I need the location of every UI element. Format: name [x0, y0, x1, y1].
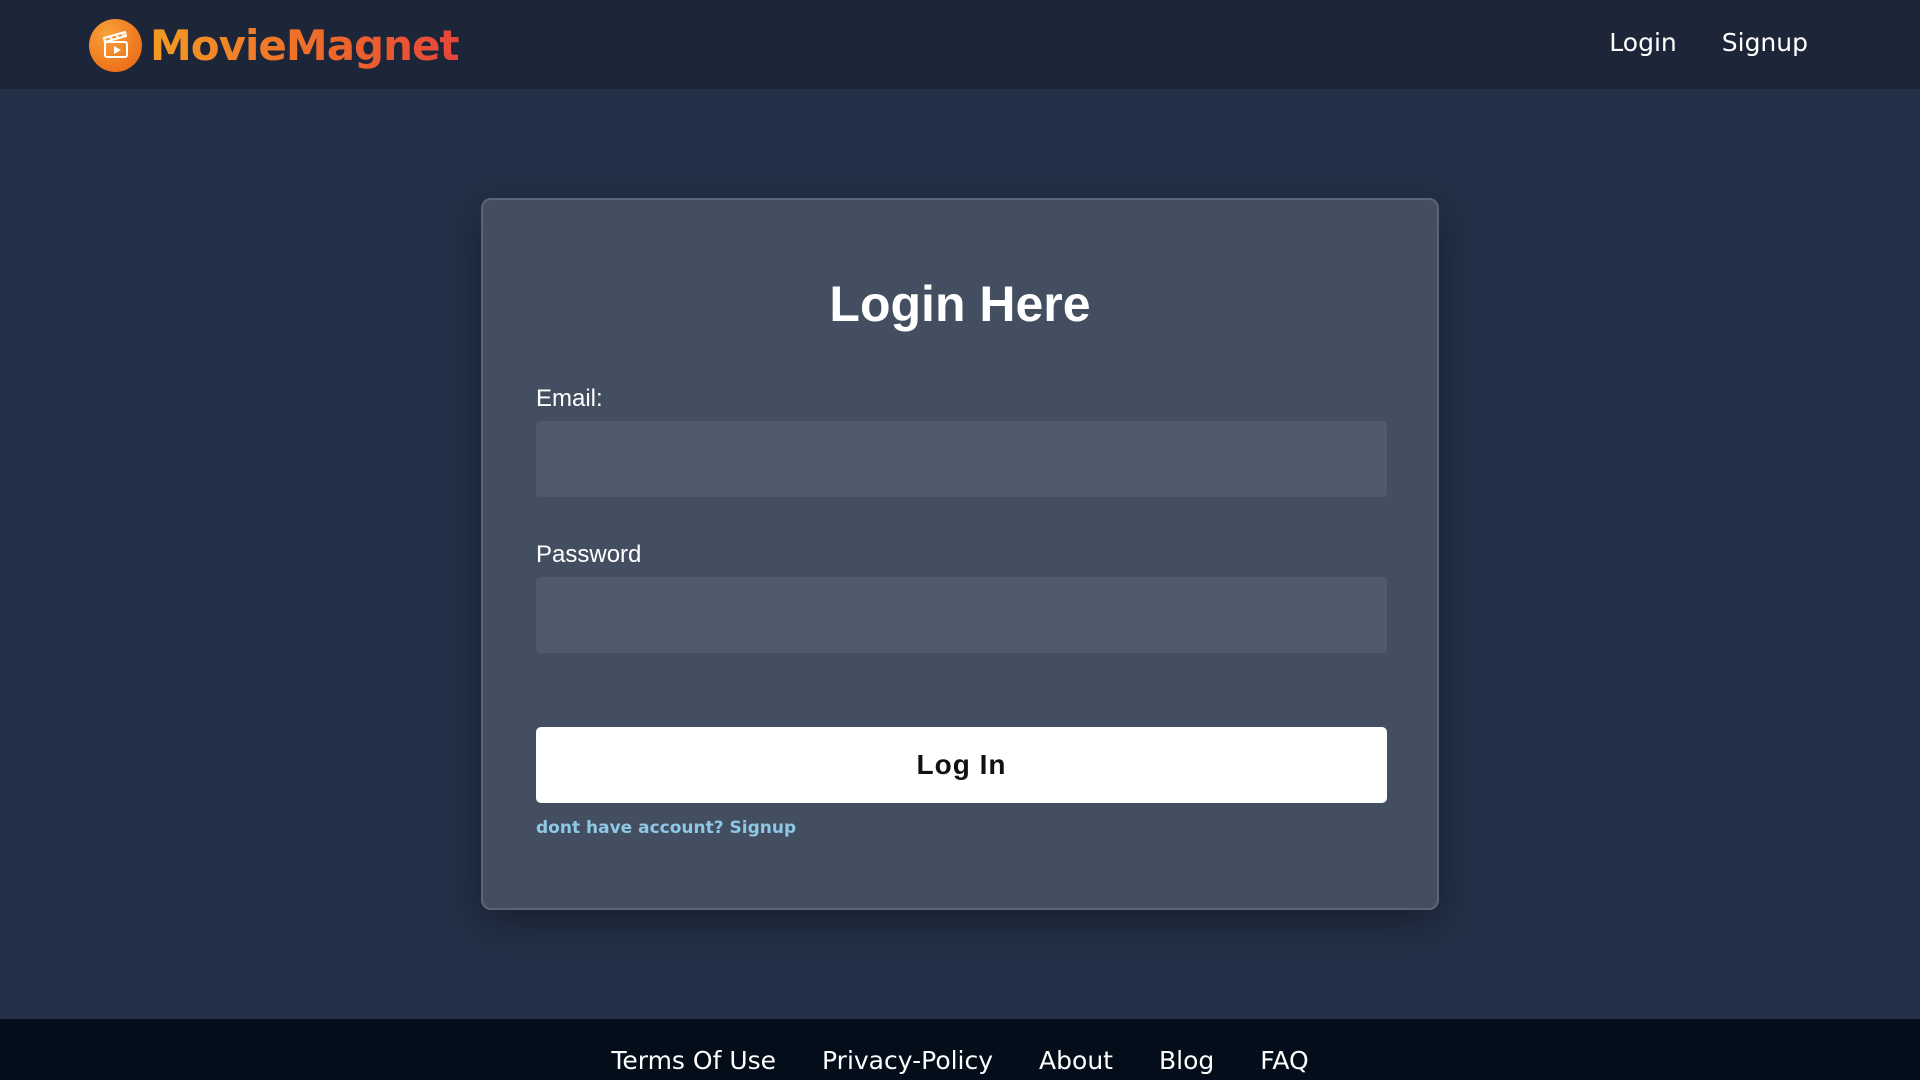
signup-link[interactable]: Signup	[730, 818, 797, 838]
login-card: Login Here Email: Password Log In dont h…	[481, 198, 1439, 910]
brand-home-link[interactable]: MovieMagnet	[89, 18, 460, 72]
footer-link-about[interactable]: About	[1039, 1046, 1113, 1075]
clapperboard-play-icon	[89, 18, 142, 72]
header-nav: Login Signup	[1609, 28, 1808, 57]
brand-name: MovieMagnet	[150, 20, 460, 70]
signup-prompt-text: dont have account?	[536, 818, 724, 838]
log-in-button[interactable]: Log In	[536, 727, 1387, 803]
nav-signup-link[interactable]: Signup	[1722, 28, 1808, 57]
password-input[interactable]	[536, 577, 1387, 653]
email-label: Email:	[536, 385, 603, 412]
footer-link-privacy[interactable]: Privacy-Policy	[822, 1046, 993, 1075]
site-footer: Terms Of Use Privacy-Policy About Blog F…	[0, 1019, 1920, 1080]
footer-link-faq[interactable]: FAQ	[1260, 1046, 1308, 1075]
footer-link-terms[interactable]: Terms Of Use	[611, 1046, 776, 1075]
login-title: Login Here	[829, 276, 1091, 332]
site-header: MovieMagnet Login Signup	[0, 0, 1920, 89]
password-label: Password	[536, 541, 642, 568]
email-input[interactable]	[536, 421, 1387, 497]
signup-hint: dont have account? Signup	[536, 818, 796, 838]
footer-links: Terms Of Use Privacy-Policy About Blog F…	[0, 1046, 1920, 1075]
footer-link-blog[interactable]: Blog	[1159, 1046, 1214, 1075]
nav-login-link[interactable]: Login	[1609, 28, 1676, 57]
